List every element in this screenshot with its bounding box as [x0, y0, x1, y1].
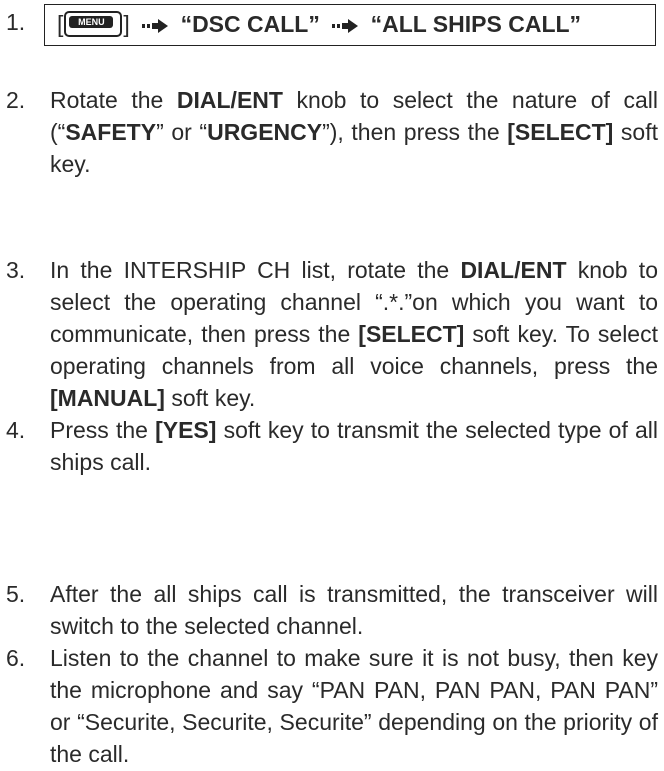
menu-key-icon: MENU [64, 10, 123, 37]
bracket-close: ] [123, 11, 130, 37]
arrow-right-icon [332, 18, 359, 33]
arrow-right-icon [142, 18, 169, 33]
step-text: Rotate the DIAL/ENT knob to select the n… [50, 87, 658, 177]
step-text: Press the [YES] soft key to transmit the… [50, 417, 659, 475]
menu-item-dsc-call: “DSC CALL” [180, 11, 320, 37]
step-text: Listen to the channel to make sure it is… [50, 645, 658, 767]
step-number: 5. [6, 581, 26, 607]
step-number: 1. [6, 9, 26, 35]
step-number: 2. [6, 87, 26, 113]
bracket-open: [ [57, 11, 64, 37]
menu-item-all-ships-call: “ALL SHIPS CALL” [370, 11, 582, 37]
step-number: 3. [6, 257, 26, 283]
step-number: 4. [6, 417, 26, 443]
step-text: In the INTERSHIP CH list, rotate the DIA… [50, 257, 658, 411]
menu-path-box: [MENU] “DSC CALL” “ALL SHIPS CALL” [44, 4, 656, 46]
step-number: 6. [6, 645, 26, 671]
step-text: After the all ships call is transmitted,… [50, 581, 658, 639]
